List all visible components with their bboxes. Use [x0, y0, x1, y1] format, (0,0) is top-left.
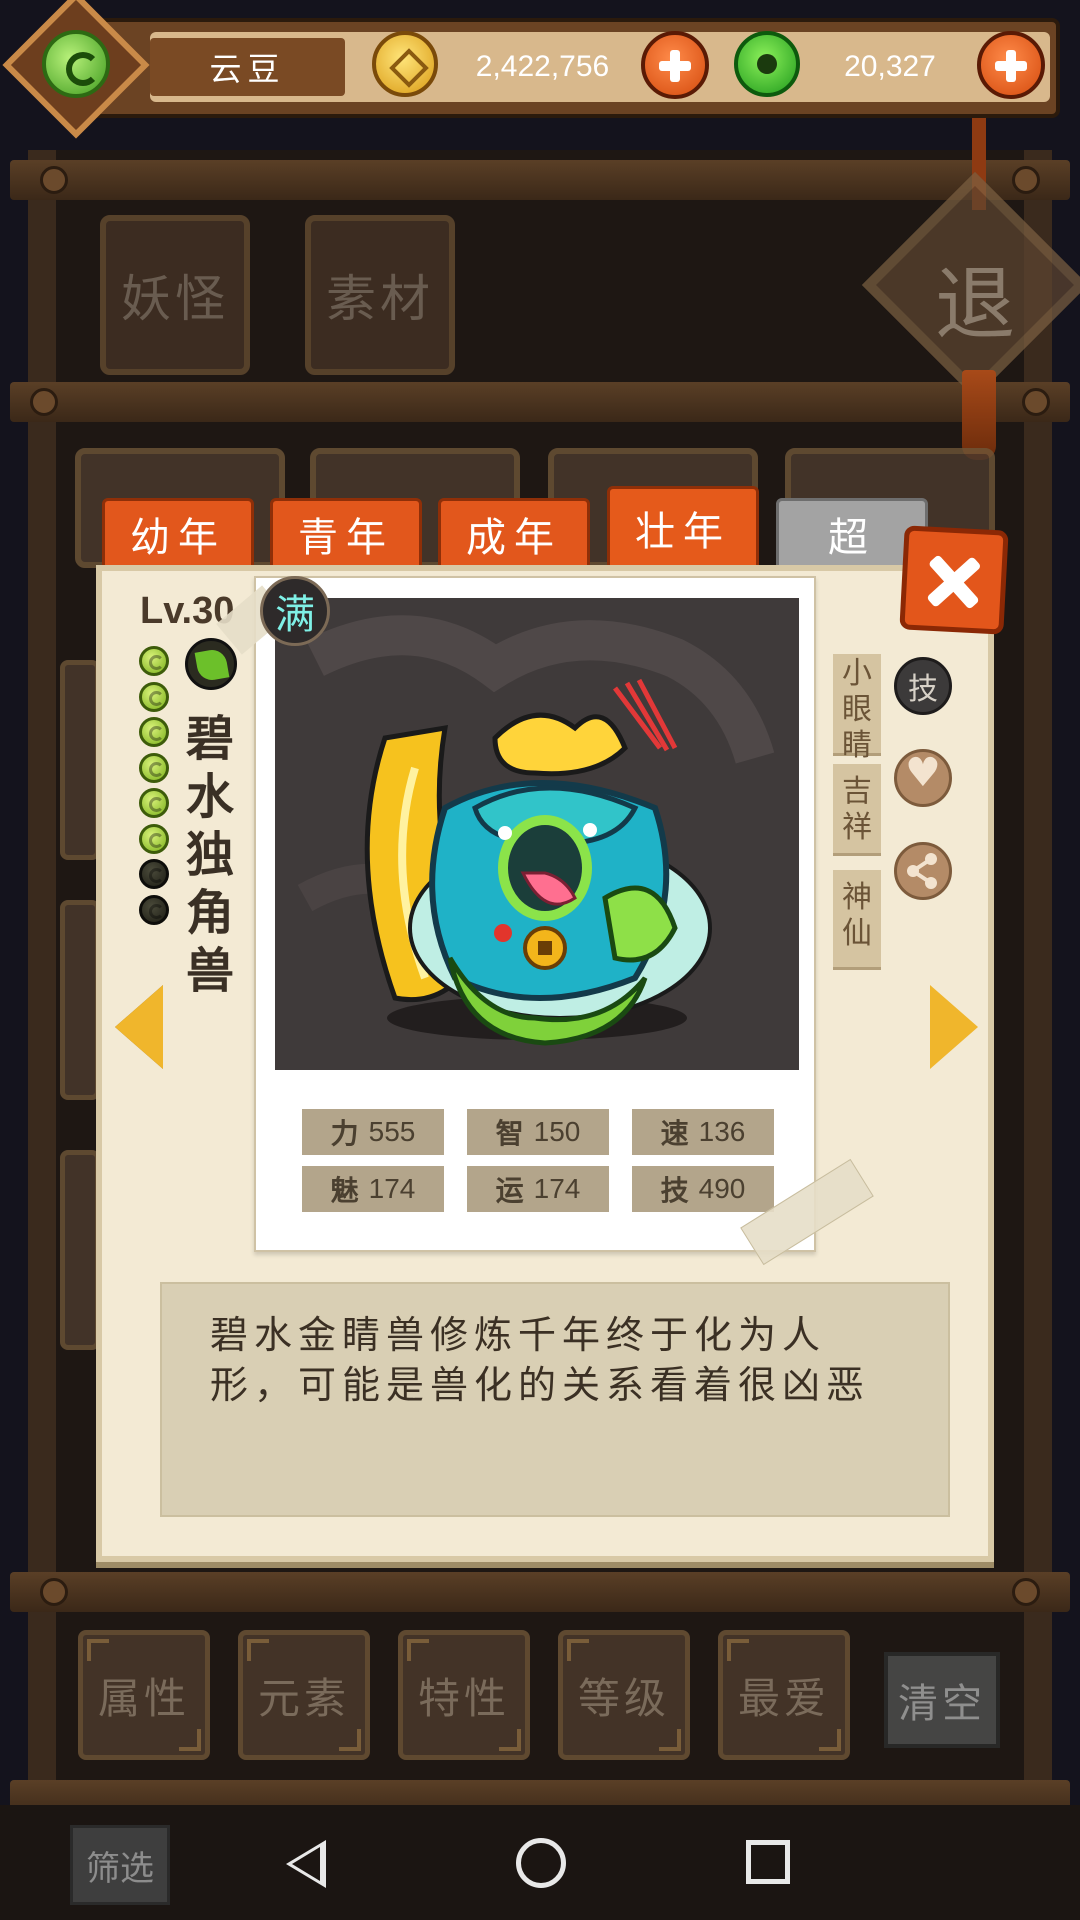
- stat-label: 速: [660, 1117, 689, 1150]
- star-gem-filled-icon: [139, 717, 169, 747]
- close-button[interactable]: [899, 525, 1009, 635]
- stat-value: 490: [698, 1173, 746, 1204]
- stat-charm: 魅 174: [302, 1166, 444, 1212]
- star-gem-filled-icon: [139, 752, 169, 783]
- middle-beam: [10, 382, 1070, 422]
- star-gem-empty-icon: [139, 894, 169, 925]
- star-gem-filled-icon: [139, 681, 169, 712]
- top-beam: [10, 160, 1070, 200]
- bottom-beam: [10, 1572, 1070, 1612]
- shelf-card: [60, 660, 100, 860]
- stat-luck: 运 174: [467, 1166, 609, 1212]
- stat-value: 555: [368, 1116, 416, 1147]
- retreat-label: 退: [935, 258, 1015, 351]
- filter-trait-button[interactable]: 特性: [398, 1630, 530, 1760]
- tab-young[interactable]: 青年: [270, 498, 422, 570]
- filter-element-button[interactable]: 元素: [238, 1630, 370, 1760]
- stat-intelligence: 智 150: [467, 1109, 609, 1155]
- screen-filter-button[interactable]: 筛选: [70, 1825, 170, 1905]
- star-gem-filled-icon: [139, 788, 169, 818]
- share-icon[interactable]: [894, 842, 952, 900]
- stat-value: 174: [368, 1173, 416, 1204]
- stat-skill: 技 490: [632, 1166, 774, 1212]
- monster-name: 碧水独角兽: [185, 711, 234, 999]
- category-sucai[interactable]: 素材: [305, 215, 455, 375]
- stat-speed: 速 136: [632, 1109, 774, 1155]
- stat-label: 运: [495, 1174, 524, 1207]
- player-name: 云豆: [209, 50, 286, 88]
- stat-value: 136: [698, 1116, 746, 1147]
- trait-tag: 吉祥: [833, 764, 881, 856]
- monster-portrait[interactable]: [275, 598, 799, 1070]
- filter-level-button[interactable]: 等级: [558, 1630, 690, 1760]
- tab-prime[interactable]: 壮年: [607, 486, 759, 570]
- stat-label: 智: [495, 1117, 524, 1150]
- trait-tag: 小眼睛: [833, 654, 881, 763]
- back-icon[interactable]: [286, 1840, 326, 1888]
- category-yaoguai[interactable]: 妖怪: [100, 215, 250, 375]
- home-icon[interactable]: [516, 1838, 566, 1888]
- stat-value: 174: [533, 1173, 581, 1204]
- star-gem-empty-icon: [139, 859, 169, 889]
- previous-monster-arrow-icon[interactable]: [115, 985, 163, 1069]
- max-level-badge: 满: [260, 576, 330, 646]
- add-coins-button[interactable]: [641, 31, 709, 99]
- filter-favorite-button[interactable]: 最爱: [718, 1630, 850, 1760]
- dragon-logo-icon[interactable]: [42, 30, 110, 98]
- stat-strength: 力 555: [302, 1109, 444, 1155]
- currency-bar: 云豆 2,422,756 20,327: [0, 0, 1080, 139]
- jade-amount: 20,327: [844, 50, 936, 83]
- leaf-icon: [185, 638, 237, 690]
- star-gem-filled-icon: [139, 823, 169, 854]
- skill-icon[interactable]: 技: [894, 657, 952, 715]
- tassel: [962, 370, 996, 460]
- tab-youth[interactable]: 幼年: [102, 498, 254, 570]
- clear-filter-button[interactable]: 清空: [884, 1652, 1000, 1748]
- stat-label: 魅: [330, 1174, 359, 1207]
- next-monster-arrow-icon[interactable]: [930, 985, 978, 1069]
- monster-description: 碧水金睛兽修炼千年终于化为人形，可能是兽化的关系看着很凶恶: [210, 1313, 871, 1407]
- filter-attribute-button[interactable]: 属性: [78, 1630, 210, 1760]
- favorite-heart-icon[interactable]: [894, 749, 952, 807]
- gold-coin-icon: [372, 31, 438, 97]
- add-jade-button[interactable]: [977, 31, 1045, 99]
- stat-label: 技: [660, 1174, 689, 1207]
- star-gem-filled-icon: [139, 646, 169, 676]
- tab-adult[interactable]: 成年: [438, 498, 590, 570]
- jade-icon: [734, 31, 800, 97]
- stat-value: 150: [533, 1116, 581, 1147]
- shelf-card: [60, 900, 100, 1100]
- stat-label: 力: [330, 1117, 359, 1150]
- recent-apps-icon[interactable]: [746, 1840, 790, 1884]
- gold-coin-amount: 2,422,756: [475, 50, 610, 83]
- shelf-card: [60, 1150, 100, 1350]
- trait-tag: 神仙: [833, 870, 881, 970]
